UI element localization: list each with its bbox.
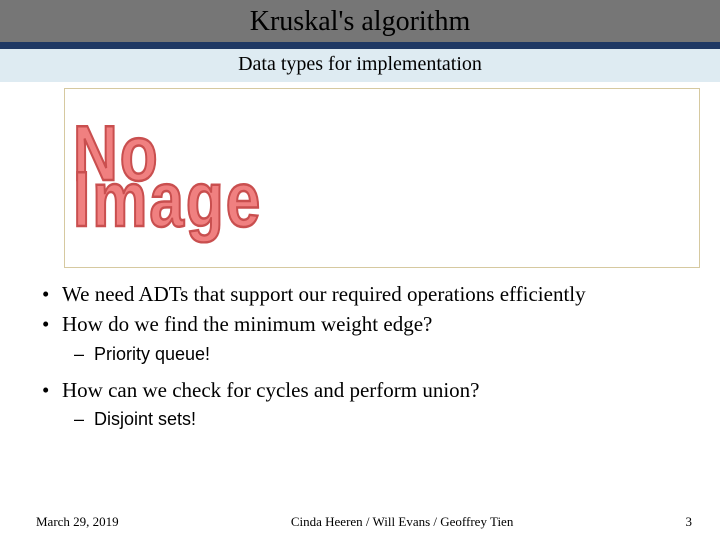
bullet-item: How do we find the minimum weight edge? xyxy=(36,310,684,338)
figure-placeholder: No Image xyxy=(64,88,700,268)
subtitle-band: Data types for implementation xyxy=(0,49,720,82)
sub-bullet-item: Disjoint sets! xyxy=(36,408,684,431)
footer-date: March 29, 2019 xyxy=(36,514,119,530)
slide-subtitle: Data types for implementation xyxy=(0,53,720,76)
no-image-icon: No Image xyxy=(73,132,262,225)
slide-title: Kruskal's algorithm xyxy=(0,6,720,38)
title-band: Kruskal's algorithm xyxy=(0,0,720,42)
footer-authors: Cinda Heeren / Will Evans / Geoffrey Tie… xyxy=(119,514,686,530)
slide-footer: March 29, 2019 Cinda Heeren / Will Evans… xyxy=(0,514,720,530)
title-divider xyxy=(0,42,720,49)
no-image-line2: Image xyxy=(73,172,262,230)
slide: Kruskal's algorithm Data types for imple… xyxy=(0,0,720,540)
sub-bullet-list: Disjoint sets! xyxy=(36,408,684,431)
bullet-item: How can we check for cycles and perform … xyxy=(36,376,684,404)
sub-bullet-item: Priority queue! xyxy=(36,343,684,366)
content-area: We need ADTs that support our required o… xyxy=(0,276,720,540)
footer-page-number: 3 xyxy=(686,514,693,530)
bullet-list: We need ADTs that support our required o… xyxy=(36,280,684,339)
bullet-list: How can we check for cycles and perform … xyxy=(36,376,684,404)
sub-bullet-list: Priority queue! xyxy=(36,343,684,366)
bullet-item: We need ADTs that support our required o… xyxy=(36,280,684,308)
